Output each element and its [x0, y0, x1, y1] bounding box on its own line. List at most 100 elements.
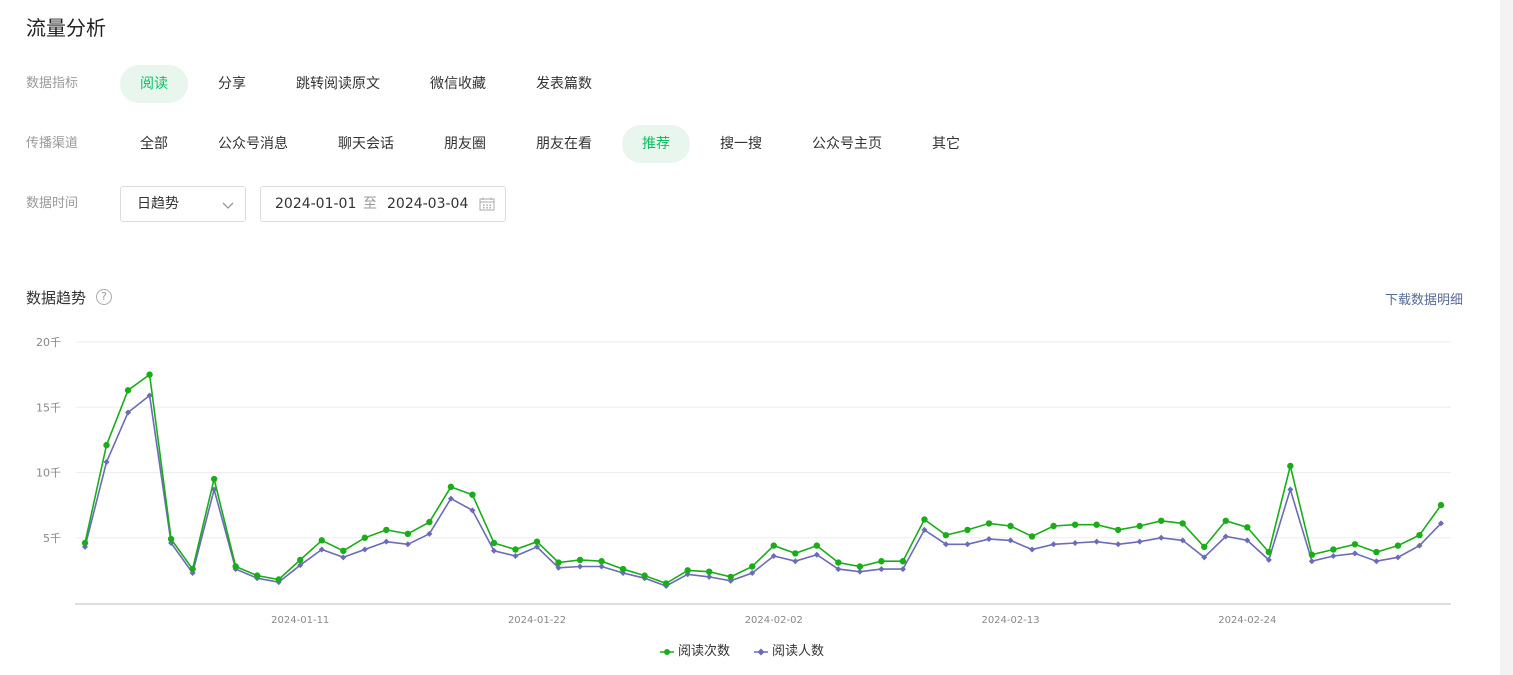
channel-option-moments[interactable]: 朋友圈	[424, 125, 506, 163]
channel-option-search[interactable]: 搜一搜	[700, 125, 782, 163]
chart-grid	[76, 341, 1451, 539]
granularity-select[interactable]: 日趋势	[120, 186, 246, 222]
date-separator: 至	[363, 196, 377, 212]
legend-item-reads[interactable]: 阅读次数	[660, 642, 730, 662]
y-tick-label: 15千	[36, 401, 61, 414]
data-point	[167, 535, 175, 543]
data-point	[189, 565, 196, 573]
metric-option-read-original[interactable]: 跳转阅读原文	[276, 65, 400, 103]
data-point	[1373, 558, 1380, 565]
data-point	[1416, 531, 1423, 539]
data-point	[555, 559, 562, 566]
legend-label-readers: 阅读人数	[772, 644, 825, 659]
data-point	[598, 558, 605, 565]
data-point	[1029, 546, 1036, 553]
legend-item-readers[interactable]: 阅读人数	[754, 642, 824, 662]
data-point	[878, 558, 885, 565]
data-point	[813, 542, 821, 549]
y-tick-label: 20千	[36, 336, 61, 349]
download-data-link[interactable]: 下载数据明细	[1385, 289, 1463, 308]
series-readers	[82, 392, 1444, 590]
channel-option-other[interactable]: 其它	[912, 125, 980, 163]
x-tick-label: 2024-02-02	[745, 615, 803, 625]
data-point	[490, 539, 498, 547]
data-point	[684, 567, 691, 574]
data-point	[749, 563, 756, 570]
data-point	[705, 568, 713, 575]
help-icon[interactable]: ?	[96, 289, 112, 305]
data-point	[210, 475, 218, 483]
data-point	[146, 371, 153, 378]
data-point	[1308, 551, 1316, 558]
data-point	[1158, 534, 1165, 541]
data-point	[383, 526, 390, 534]
data-point	[856, 563, 864, 570]
data-point	[103, 441, 110, 449]
data-point	[1287, 462, 1294, 470]
data-point	[576, 556, 584, 564]
x-tick-label: 2024-01-11	[271, 615, 329, 625]
legend-circle-marker	[660, 648, 674, 655]
time-filter-label: 数据时间	[26, 196, 79, 211]
data-point	[878, 566, 885, 573]
data-point	[383, 538, 390, 545]
metric-option-favorite[interactable]: 微信收藏	[410, 65, 506, 103]
data-point	[275, 576, 282, 583]
channel-option-friends-watching[interactable]: 朋友在看	[516, 125, 612, 163]
data-point	[124, 387, 132, 394]
metric-filter-row: 数据指标 阅读 分享 跳转阅读原文 微信收藏 发表篇数	[26, 65, 1426, 103]
data-point	[985, 520, 993, 527]
data-point	[899, 558, 907, 565]
data-point	[641, 572, 648, 579]
channel-option-chat[interactable]: 聊天会话	[318, 125, 414, 163]
data-point	[1373, 548, 1380, 556]
channel-option-homepage[interactable]: 公众号主页	[792, 125, 902, 163]
metric-option-post-count[interactable]: 发表篇数	[516, 65, 612, 103]
y-axis-ticks: 5千 10千 15千 20千	[36, 336, 61, 545]
data-point	[512, 553, 519, 560]
data-point	[727, 573, 734, 581]
data-point	[469, 507, 476, 514]
data-point	[1072, 539, 1079, 546]
data-point	[1351, 541, 1359, 548]
start-date: 2024-01-01	[275, 196, 357, 212]
data-point	[619, 565, 627, 573]
metric-option-share[interactable]: 分享	[198, 65, 266, 103]
data-point	[921, 516, 928, 523]
series-line	[84, 373, 1442, 585]
data-point	[964, 541, 971, 548]
data-point	[1244, 524, 1251, 531]
y-tick-label: 5千	[43, 532, 61, 545]
x-axis: 2024-01-11 2024-01-22 2024-02-02 2024-02-13…	[75, 603, 1451, 625]
data-point	[490, 547, 497, 554]
channel-option-all[interactable]: 全部	[120, 125, 188, 163]
data-point	[404, 530, 412, 538]
channel-option-official-message[interactable]: 公众号消息	[198, 125, 308, 163]
data-point	[253, 572, 261, 579]
section-title: 数据趋势	[26, 289, 87, 307]
data-point	[1007, 537, 1014, 544]
data-point	[1093, 521, 1100, 528]
metric-filter-label: 数据指标	[26, 76, 79, 91]
data-point	[1114, 526, 1122, 534]
data-point	[1201, 543, 1208, 551]
data-point	[792, 550, 799, 557]
legend-label-reads: 阅读次数	[678, 644, 731, 659]
data-point	[1007, 522, 1014, 530]
data-point	[404, 541, 411, 548]
data-point	[1136, 538, 1143, 545]
channel-option-recommend[interactable]: 推荐	[622, 125, 690, 163]
vertical-scrollbar[interactable]	[1500, 0, 1513, 675]
date-range-picker[interactable]: 2024-01-01 至 2024-03-04	[260, 186, 506, 222]
x-tick-label: 2024-01-22	[508, 615, 566, 625]
legend-diamond-marker	[754, 648, 768, 655]
granularity-value: 日趋势	[137, 196, 179, 212]
data-point	[1287, 486, 1294, 493]
data-point	[1136, 522, 1143, 530]
metric-option-read[interactable]: 阅读	[120, 65, 188, 103]
data-point	[1437, 501, 1445, 509]
data-point	[1028, 533, 1036, 540]
data-point	[1157, 517, 1165, 524]
data-point	[1265, 548, 1273, 556]
x-tick-label: 2024-02-13	[981, 615, 1039, 625]
